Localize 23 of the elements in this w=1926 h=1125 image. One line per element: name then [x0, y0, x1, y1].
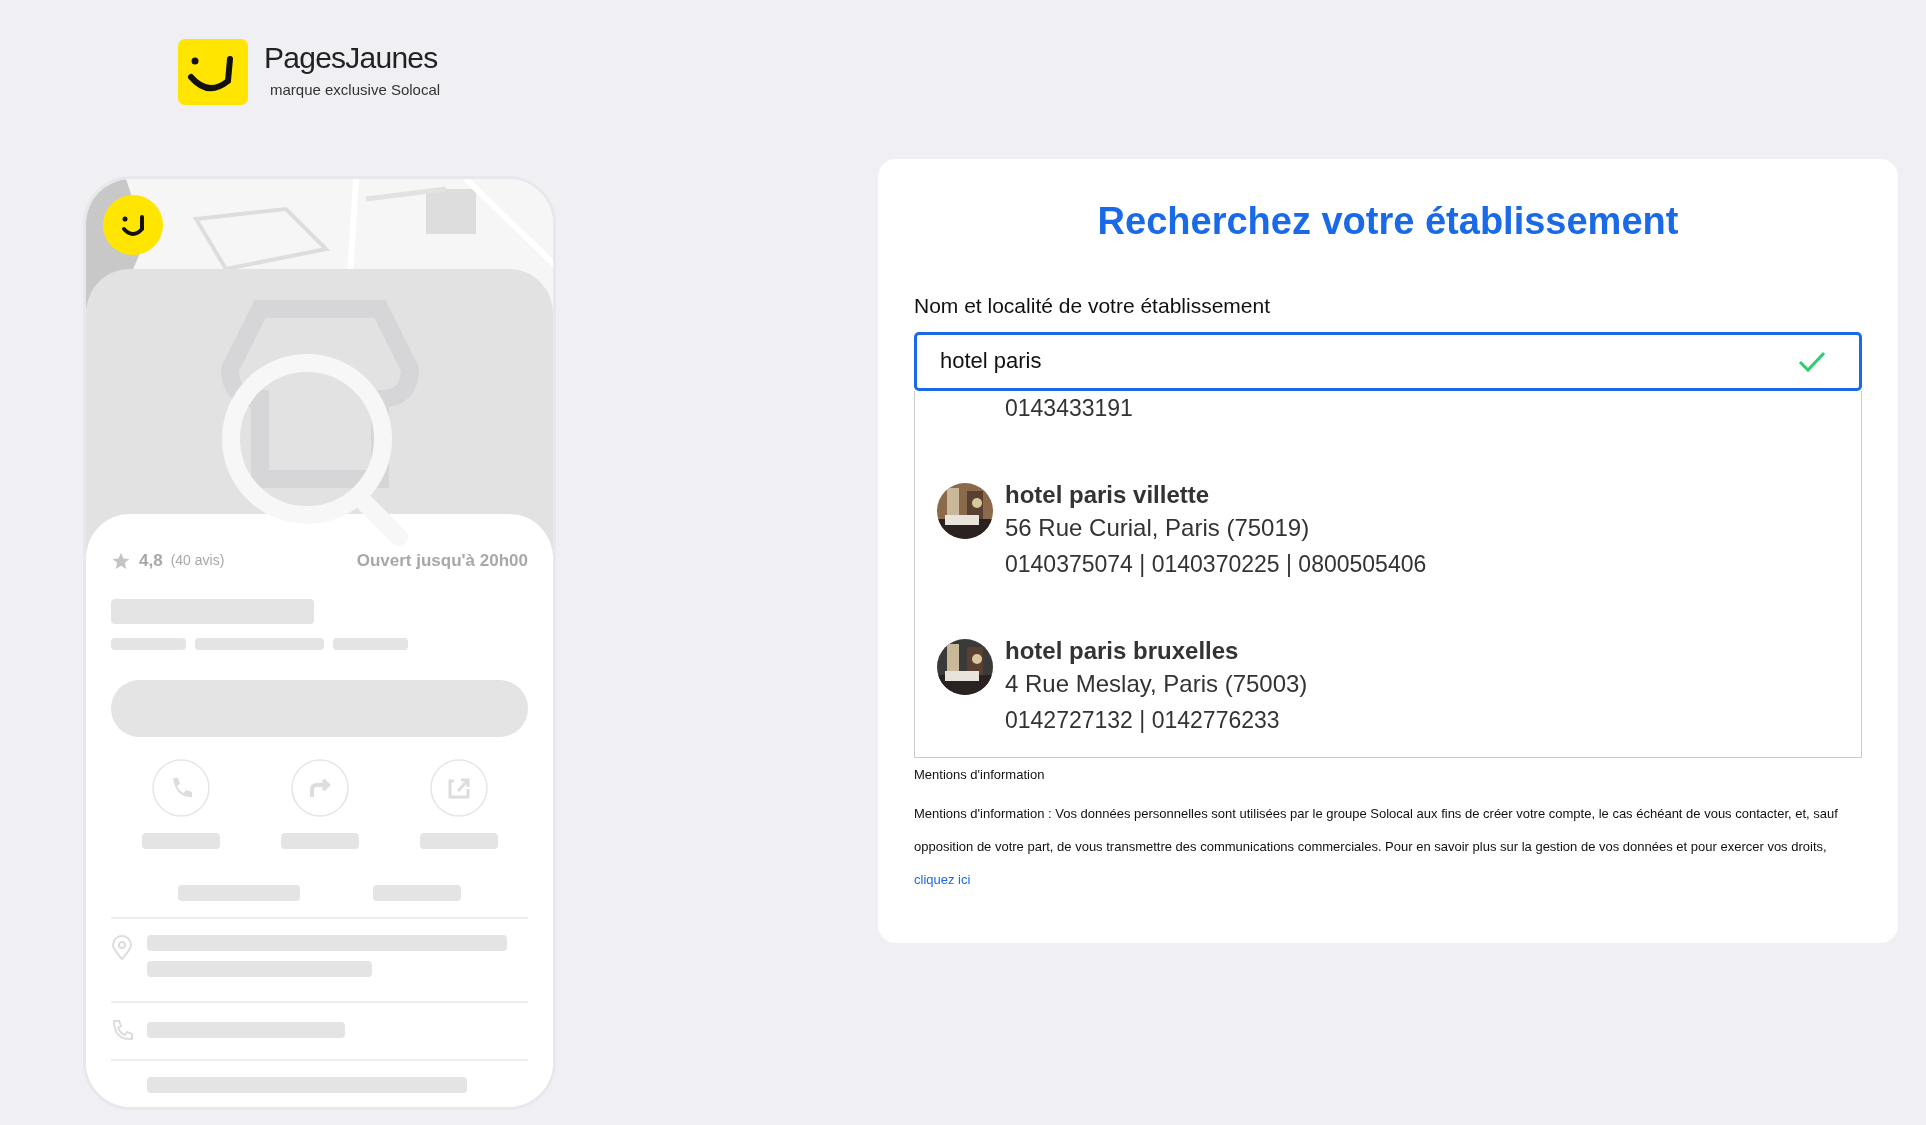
result-phones: 0142727132 | 0142776233: [1005, 705, 1281, 735]
brand-name: PagesJaunes: [264, 42, 439, 73]
privacy-link[interactable]: cliquez ici: [914, 872, 971, 887]
result-phones: 0140375074 | 0140370225 | 0800505406: [1005, 549, 1427, 579]
search-field[interactable]: hotel paris: [914, 331, 1862, 391]
result-name[interactable]: hotel paris villette: [1005, 478, 1427, 511]
rating-value: 4,8: [139, 550, 163, 572]
legal-heading: Mentions d'information: [914, 765, 1046, 784]
smiley-logo-icon: [178, 39, 248, 105]
page-title: Recherchez votre établissement: [1096, 199, 1680, 244]
export-icon: [429, 758, 488, 817]
review-count: (40 avis): [170, 551, 225, 571]
opening-hours: Ouvert jusqu'à 20h00: [356, 550, 528, 572]
brand-tagline: marque exclusive Solocal: [269, 79, 441, 100]
field-label: Nom et localité de votre établissement: [914, 293, 1271, 319]
result-phones: 0143433191: [1005, 393, 1133, 423]
legal-text: Mentions d'information : Vos données personnelles sont utilisées par le groupe Solocal aux fins de créer votre compte, le cas échéant de vous contacter, et, sauf opposition de votre part, de vous transmettre des communications commerciales. Pour en savoir plus sur la gestion de vos données et pour exercer vos droits, cliquez ici: [914, 805, 1839, 889]
location-pin-icon: [111, 934, 133, 961]
phone-icon: [151, 758, 210, 817]
result-address: 4 Rue Meslay, Paris (75003): [1005, 668, 1308, 699]
result-address: 56 Rue Curial, Paris (75019): [1005, 512, 1311, 543]
result-name[interactable]: hotel paris bruxelles: [1005, 634, 1308, 667]
phone-icon: [111, 1018, 133, 1041]
